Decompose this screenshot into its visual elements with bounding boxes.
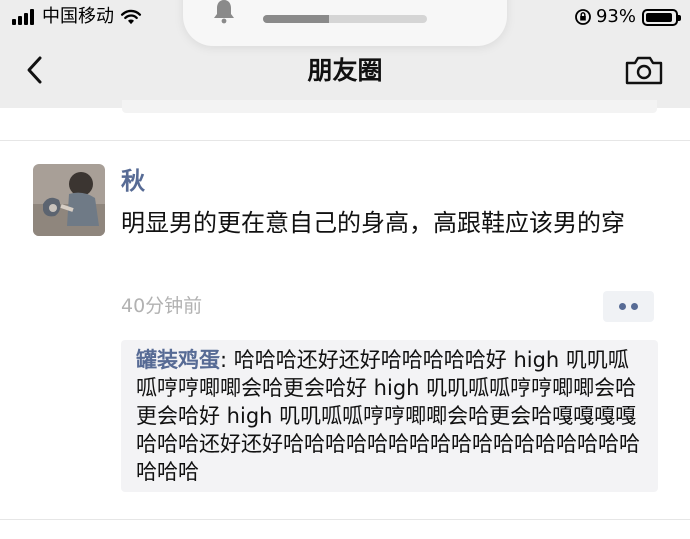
bell-icon [214, 0, 234, 24]
post-divider [0, 140, 690, 141]
avatar[interactable] [33, 164, 105, 236]
status-bar-left: 中国移动 [12, 6, 142, 28]
commenter-name[interactable]: 罐装鸡蛋 [136, 348, 220, 372]
camera-icon[interactable] [622, 52, 666, 88]
wifi-icon [120, 9, 142, 25]
volume-fill [263, 15, 329, 23]
battery-percent: 93% [595, 6, 636, 27]
post-time: 40分钟前 [121, 295, 203, 317]
volume-track [263, 15, 427, 23]
more-dot-icon [619, 303, 626, 310]
post-content: 明显男的更在意自己的身高，高跟鞋应该男的穿 [121, 209, 625, 237]
battery-icon [642, 8, 681, 26]
rotation-lock-icon [575, 9, 591, 25]
page-title: 朋友圈 [307, 56, 383, 85]
post-author-name[interactable]: 秋 [121, 166, 145, 196]
volume-indicator [183, 0, 507, 46]
comment-item[interactable]: 罐装鸡蛋: 哈哈哈还好还好哈哈哈哈哈好 high 叽叽呱呱哼哼唧唧会哈更会哈好 … [136, 346, 644, 486]
signal-icon [12, 9, 36, 25]
avatar-image [33, 164, 105, 236]
battery-fill [646, 12, 673, 22]
post-divider-bottom [0, 519, 690, 520]
more-dot-icon [631, 303, 638, 310]
carrier-name: 中国移动 [42, 6, 114, 27]
previous-post-comment-box [122, 100, 657, 113]
top-bar: 中国移动 93% 朋友圈 [0, 0, 690, 108]
status-bar-right: 93% [574, 6, 681, 28]
comments-box: 罐装鸡蛋: 哈哈哈还好还好哈哈哈哈哈好 high 叽叽呱呱哼哼唧唧会哈更会哈好 … [121, 340, 658, 492]
more-options-button[interactable] [603, 291, 654, 322]
comment-separator: : [220, 348, 234, 372]
